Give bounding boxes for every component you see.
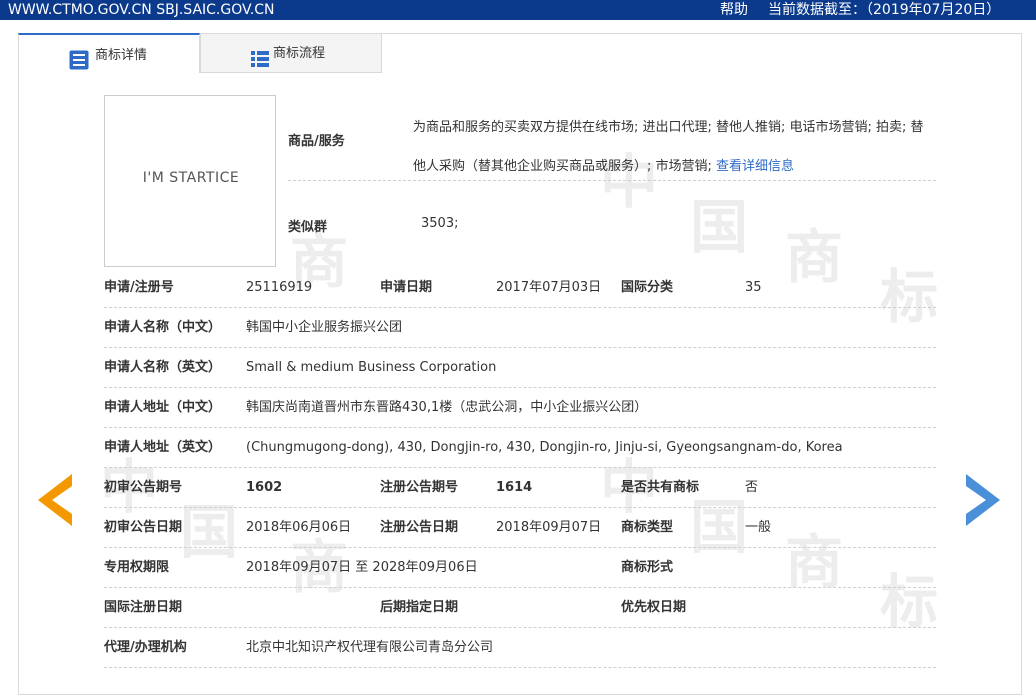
info-row: 初审公告日期 2018年06月06日 注册公告日期 2018年09月07日 商标… — [104, 508, 936, 548]
field-value: 1602 — [246, 480, 283, 495]
field-value: 否 — [745, 480, 759, 495]
document-list-icon — [69, 47, 89, 70]
list-icon — [251, 45, 269, 67]
info-row: 申请人名称（英文） Small & medium Business Corpor… — [104, 348, 936, 388]
field-label: 申请人名称（英文） — [104, 360, 222, 375]
top-bar: WWW.CTMO.GOV.CN SBJ.SAIC.GOV.CN 帮助 当前数据截… — [0, 0, 1036, 20]
field-label: 商标形式 — [621, 560, 674, 575]
tab-trademark-details[interactable]: 商标详情 — [18, 33, 200, 73]
field-value: 2018年09月07日 — [496, 520, 602, 535]
arrow-right-icon — [966, 474, 1000, 526]
info-row: 申请/注册号 25116919 申请日期 2017年07月03日 国际分类 35 — [104, 268, 936, 308]
field-value: 1614 — [496, 480, 533, 495]
site-url: WWW.CTMO.GOV.CN SBJ.SAIC.GOV.CN — [8, 2, 275, 18]
divider — [104, 667, 936, 668]
field-label: 初审公告日期 — [104, 520, 183, 535]
info-row: 初审公告期号 1602 注册公告期号 1614 是否共有商标 否 — [104, 468, 936, 508]
goods-services-label: 商品/服务 — [288, 134, 345, 149]
field-value: 北京中北知识产权代理有限公司青岛分公司 — [246, 640, 494, 655]
field-label: 后期指定日期 — [380, 600, 459, 615]
trademark-image: I'M STARTICE — [104, 95, 276, 267]
data-date-stamp: 当前数据截至：（2019年07月20日） — [768, 2, 1001, 18]
view-details-link[interactable]: 查看详细信息 — [716, 159, 794, 174]
watermark-char: 国 — [690, 193, 749, 261]
info-row: 国际注册日期 后期指定日期 优先权日期 — [104, 588, 936, 628]
field-label: 商标类型 — [621, 520, 674, 535]
similar-group-value: 3503; — [421, 216, 459, 231]
field-label: 申请日期 — [380, 280, 433, 295]
info-row: 申请人地址（英文） (Chungmugong-dong), 430, Dongj… — [104, 428, 936, 468]
info-row: 专用权期限 2018年09月07日 至 2028年09月06日 商标形式 — [104, 548, 936, 588]
field-label: 国际分类 — [621, 280, 674, 295]
field-label: 申请人名称（中文） — [104, 320, 222, 335]
field-label: 是否共有商标 — [621, 480, 700, 495]
help-link[interactable]: 帮助 — [720, 0, 748, 20]
field-label: 国际注册日期 — [104, 600, 183, 615]
field-value: (Chungmugong-dong), 430, Dongjin-ro, 430… — [246, 440, 843, 455]
trademark-logo-text: I'M STARTICE — [142, 170, 240, 186]
field-value: 2018年09月07日 至 2028年09月06日 — [246, 560, 478, 575]
field-label: 申请人地址（英文） — [104, 440, 222, 455]
field-value: 25116919 — [246, 280, 313, 295]
arrow-left-icon — [38, 474, 72, 526]
info-row: 申请人名称（中文） 韩国中小企业服务振兴公团 — [104, 308, 936, 348]
field-label: 注册公告日期 — [380, 520, 459, 535]
goods-services-value: 为商品和服务的买卖双方提供在线市场; 进出口代理; 替他人推销; 电话市场营销;… — [413, 108, 933, 186]
field-label: 申请人地址（中文） — [104, 400, 222, 415]
tab-label: 商标流程 — [273, 46, 326, 61]
previous-record-button[interactable] — [38, 474, 72, 526]
info-row: 代理/办理机构 北京中北知识产权代理有限公司青岛分公司 — [104, 628, 936, 668]
field-label: 优先权日期 — [621, 600, 687, 615]
similar-group-label: 类似群 — [288, 220, 328, 235]
tab-label: 商标详情 — [95, 48, 148, 63]
goods-services-text: 为商品和服务的买卖双方提供在线市场; 进出口代理; 替他人推销; 电话市场营销;… — [413, 120, 924, 174]
field-value: 2017年07月03日 — [496, 280, 602, 295]
field-value: Small & medium Business Corporation — [246, 360, 497, 375]
next-record-button[interactable] — [966, 474, 1000, 526]
field-label: 专用权期限 — [104, 560, 170, 575]
field-value: 35 — [745, 280, 762, 295]
field-label: 申请/注册号 — [104, 280, 174, 295]
divider — [288, 180, 936, 181]
field-label: 注册公告期号 — [380, 480, 459, 495]
field-label: 初审公告期号 — [104, 480, 183, 495]
field-value: 2018年06月06日 — [246, 520, 352, 535]
field-value: 韩国中小企业服务振兴公团 — [246, 320, 403, 335]
field-value: 韩国庆尚南道晋州市东晋路430,1楼（忠武公洞，中小企业振兴公团） — [246, 400, 648, 415]
tab-trademark-process[interactable]: 商标流程 — [200, 33, 382, 73]
field-label: 代理/办理机构 — [104, 640, 187, 655]
field-value: 一般 — [745, 520, 772, 535]
info-row: 申请人地址（中文） 韩国庆尚南道晋州市东晋路430,1楼（忠武公洞，中小企业振兴… — [104, 388, 936, 428]
